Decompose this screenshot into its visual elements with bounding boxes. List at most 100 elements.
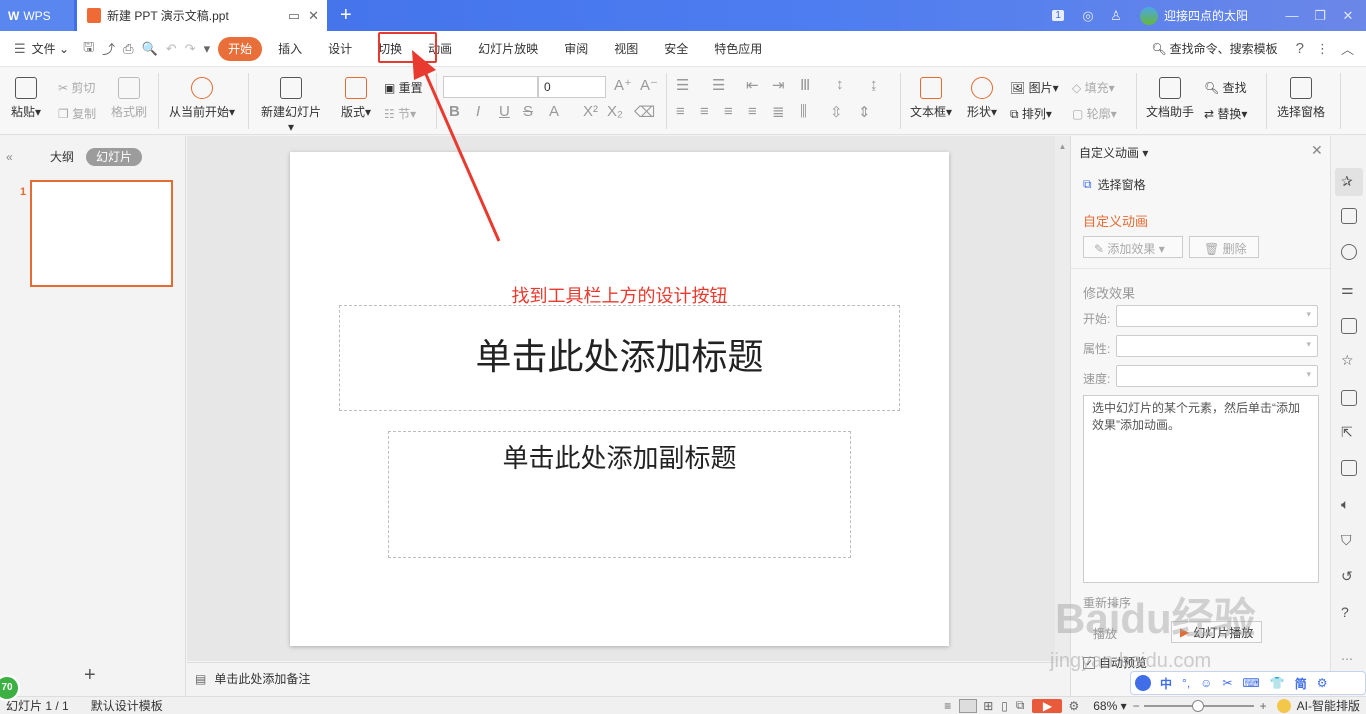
collapse-panel-icon[interactable]: « [6, 150, 13, 164]
avatar[interactable] [1139, 6, 1158, 25]
undo-icon[interactable]: ↶ [166, 41, 177, 57]
zoom-out-icon[interactable]: − [1133, 699, 1140, 713]
shape-tool-icon[interactable] [1341, 244, 1357, 260]
tab-view[interactable]: 视图 [604, 37, 648, 61]
more-icon[interactable]: ⋮ [1316, 41, 1329, 57]
zoom-level[interactable]: 68% ▾ [1093, 699, 1126, 713]
redo-icon[interactable]: ↷ [185, 41, 196, 57]
more-tools-icon[interactable]: ⋯ [1341, 652, 1353, 666]
format-painter-button[interactable]: 格式刷 [108, 77, 150, 120]
vertical-align-icon[interactable]: ⇳ [830, 103, 843, 121]
add-slide-button[interactable]: + [84, 664, 96, 687]
select-pane-link[interactable]: ⧉ 选择窗格 [1083, 176, 1146, 193]
ime-chinese-mode[interactable]: 中 [1160, 675, 1172, 692]
ime-settings-icon[interactable]: ⚙ [1317, 676, 1328, 690]
sorter-view-icon[interactable]: ⊞ [983, 699, 993, 713]
picture-button[interactable]: 🖼 图片▾ [1010, 79, 1059, 96]
export-icon[interactable]: ⤴ [102, 39, 115, 58]
notes-bar[interactable]: ▤ 单击此处添加备注 [187, 662, 1055, 694]
decrease-font-icon[interactable]: A⁻ [640, 76, 658, 94]
page-count-badge[interactable]: 1 [1052, 10, 1064, 21]
bold-icon[interactable]: B [449, 103, 460, 120]
start-select[interactable]: ▾ [1116, 305, 1318, 327]
zoom-slider-thumb[interactable] [1191, 699, 1204, 712]
ime-keyboard-icon[interactable]: ⌨ [1242, 676, 1259, 690]
delete-button[interactable]: 🗑 删除 [1189, 236, 1259, 258]
shield-icon[interactable]: ⛉ [1341, 532, 1352, 549]
close-window-icon[interactable]: ✕ [1334, 8, 1362, 24]
tab-slides[interactable]: 幻灯片 [86, 148, 143, 166]
strikethrough-icon[interactable]: S [523, 103, 533, 120]
animation-star-icon[interactable]: ✰ [1341, 173, 1353, 190]
text-direction-icon[interactable]: Ⅲ [800, 76, 810, 94]
close-tab-icon[interactable]: ✕ [308, 8, 319, 24]
zoom-slider[interactable] [1143, 699, 1254, 712]
tab-insert[interactable]: 插入 [268, 37, 312, 61]
slide[interactable]: 找到工具栏上方的设计按钮 单击此处添加标题 单击此处添加副标题 [290, 152, 949, 646]
ime-punctuation-icon[interactable]: °, [1182, 676, 1190, 690]
arrange-button[interactable]: ⧉ 排列▾ [1010, 105, 1052, 122]
play-options-icon[interactable]: ⚙ [1068, 699, 1079, 713]
doc-assistant-button[interactable]: 文档助手 [1144, 77, 1196, 120]
vertical-scrollbar[interactable]: ▲ [1055, 136, 1070, 661]
tab-features[interactable]: 特色应用 [704, 37, 772, 61]
decrease-indent-icon[interactable]: ⇤ [746, 76, 759, 94]
text-spacing-icon[interactable]: ⇕ [858, 103, 871, 121]
hamburger-menu-icon[interactable]: ☰ [14, 41, 26, 57]
increase-font-icon[interactable]: A⁺ [614, 76, 632, 94]
tab-review[interactable]: 审阅 [554, 37, 598, 61]
picture-tool-icon[interactable] [1341, 318, 1357, 334]
notes-toggle-icon[interactable]: ≡ [944, 699, 951, 713]
presenter-view-icon[interactable]: ⧉ [1016, 698, 1025, 713]
ime-skin-icon[interactable]: 👕 [1270, 676, 1285, 690]
align-right-icon[interactable]: ≡ [724, 103, 733, 120]
underline-icon[interactable]: U [499, 103, 510, 120]
slide-thumbnail[interactable] [30, 180, 173, 287]
section-button[interactable]: ☷ 节▾ [384, 105, 416, 122]
image-icon[interactable] [1341, 460, 1357, 476]
line-spacing-icon[interactable]: ↕ [836, 76, 844, 93]
tab-outline[interactable]: 大纲 [40, 148, 84, 166]
normal-view-icon[interactable] [959, 698, 978, 713]
help-circle-icon[interactable]: ? [1341, 604, 1349, 620]
title-placeholder[interactable]: 单击此处添加标题 [339, 305, 900, 411]
help-icon[interactable]: ? [1296, 40, 1304, 57]
bullet-list-icon[interactable]: ☰ [676, 76, 689, 94]
fill-button[interactable]: ◇ 填充▾ [1072, 79, 1115, 96]
play-slideshow-icon[interactable]: ▶ [1032, 698, 1063, 713]
font-name-select[interactable] [443, 76, 538, 98]
columns-icon[interactable]: ⫼ [800, 103, 807, 120]
subscript-icon[interactable]: X₂ [607, 103, 623, 120]
speed-select[interactable]: ▾ [1116, 365, 1318, 387]
tab-security[interactable]: 安全 [654, 37, 698, 61]
tab-start[interactable]: 开始 [218, 36, 263, 61]
play-from-current-button[interactable]: 从当前开始▾ [166, 77, 238, 120]
increase-indent-icon[interactable]: ⇥ [772, 76, 785, 94]
subtitle-placeholder[interactable]: 单击此处添加副标题 [388, 431, 851, 558]
align-center-icon[interactable]: ≡ [700, 103, 709, 120]
superscript-icon[interactable]: X² [583, 103, 598, 120]
restore-icon[interactable]: ❐ [1306, 8, 1334, 24]
copy-button[interactable]: ❐ 复制 [58, 105, 96, 122]
clear-format-icon[interactable]: ⌫ [634, 103, 655, 121]
animation-list[interactable]: 选中幻灯片的某个元素，然后单击“添加效果”添加动画。 [1083, 395, 1319, 583]
archive-icon[interactable] [1341, 390, 1357, 406]
font-color-icon[interactable]: A [549, 103, 559, 120]
italic-icon[interactable]: I [476, 103, 480, 120]
slide-switch-icon[interactable] [1341, 208, 1357, 224]
replace-button[interactable]: ⇄ 替换▾ [1204, 105, 1247, 122]
wps-home-tab[interactable]: W WPS [0, 0, 74, 31]
cut-button[interactable]: ✂ 剪切 [58, 79, 95, 96]
history-icon[interactable]: ↺ [1341, 568, 1353, 585]
outline-button[interactable]: ▢ 轮廓▾ [1072, 105, 1117, 122]
sound-icon[interactable]: 🔈︎ [1341, 496, 1349, 513]
skin-icon[interactable]: ◎ [1074, 8, 1102, 24]
pane-header[interactable]: 自定义动画 ▾ [1079, 144, 1148, 161]
properties-icon[interactable]: ⚌ [1341, 281, 1354, 298]
find-button[interactable]: 🔍︎ 查找 [1204, 79, 1247, 96]
numbered-list-icon[interactable]: ☰ [712, 76, 725, 94]
favorite-star-icon[interactable]: ☆ [1341, 352, 1354, 369]
add-effect-button[interactable]: ✎ 添加效果 ▾ [1083, 236, 1183, 258]
user-name[interactable]: 迎接四点的太阳 [1164, 7, 1248, 24]
new-slide-button[interactable]: 新建幻灯片▾ [258, 77, 324, 134]
